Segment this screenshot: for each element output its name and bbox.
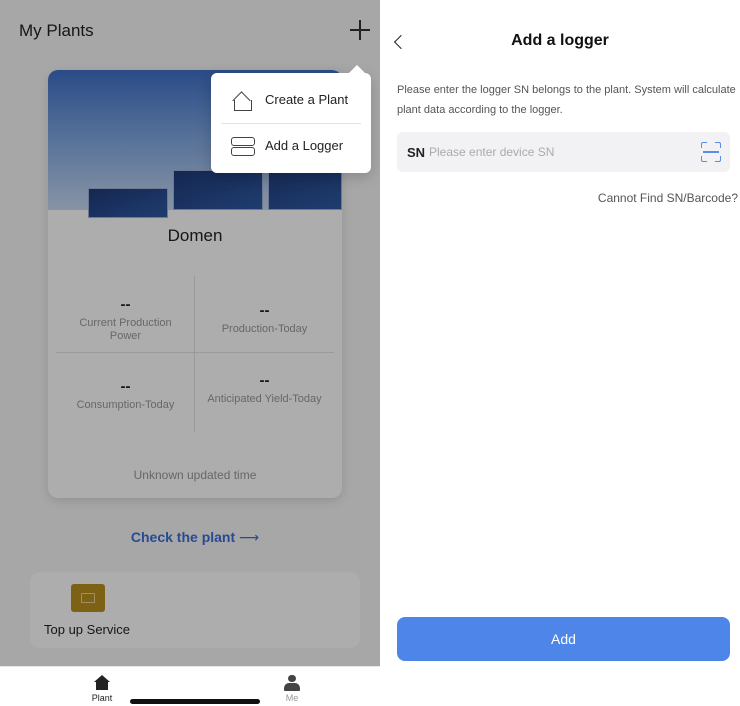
add-logger-screen: Add a logger Please enter the logger SN … <box>380 0 740 706</box>
tab-me[interactable]: Me <box>262 675 322 703</box>
sn-input[interactable] <box>429 142 689 162</box>
add-button[interactable]: Add <box>397 617 730 661</box>
menu-item-label: Create a Plant <box>265 92 349 107</box>
barcode-scan-icon[interactable] <box>701 142 721 162</box>
screenshot-root: My Plants Domen -- Current Production Po… <box>0 0 740 706</box>
sn-field: SN <box>397 132 730 172</box>
add-menu-dropdown: Create a Plant Add a Logger <box>211 65 371 173</box>
my-plants-screen: My Plants Domen -- Current Production Po… <box>0 0 380 706</box>
menu-item-create-plant[interactable]: Create a Plant <box>211 77 371 123</box>
tab-plant[interactable]: Plant <box>72 675 132 703</box>
cannot-find-sn-link[interactable]: Cannot Find SN/Barcode? <box>380 191 738 205</box>
tab-label: Plant <box>91 693 113 703</box>
house-icon <box>94 675 110 691</box>
logger-icon <box>231 137 255 156</box>
user-icon <box>284 675 300 691</box>
house-plus-icon <box>231 91 253 111</box>
instructions-text: Please enter the logger SN belongs to th… <box>397 84 736 116</box>
home-indicator <box>130 699 260 704</box>
tab-label: Me <box>285 693 299 703</box>
page-title: Add a logger <box>511 32 609 49</box>
menu-item-add-logger[interactable]: Add a Logger <box>211 123 371 169</box>
sn-label: SN <box>407 145 426 160</box>
menu-item-label: Add a Logger <box>265 138 344 153</box>
